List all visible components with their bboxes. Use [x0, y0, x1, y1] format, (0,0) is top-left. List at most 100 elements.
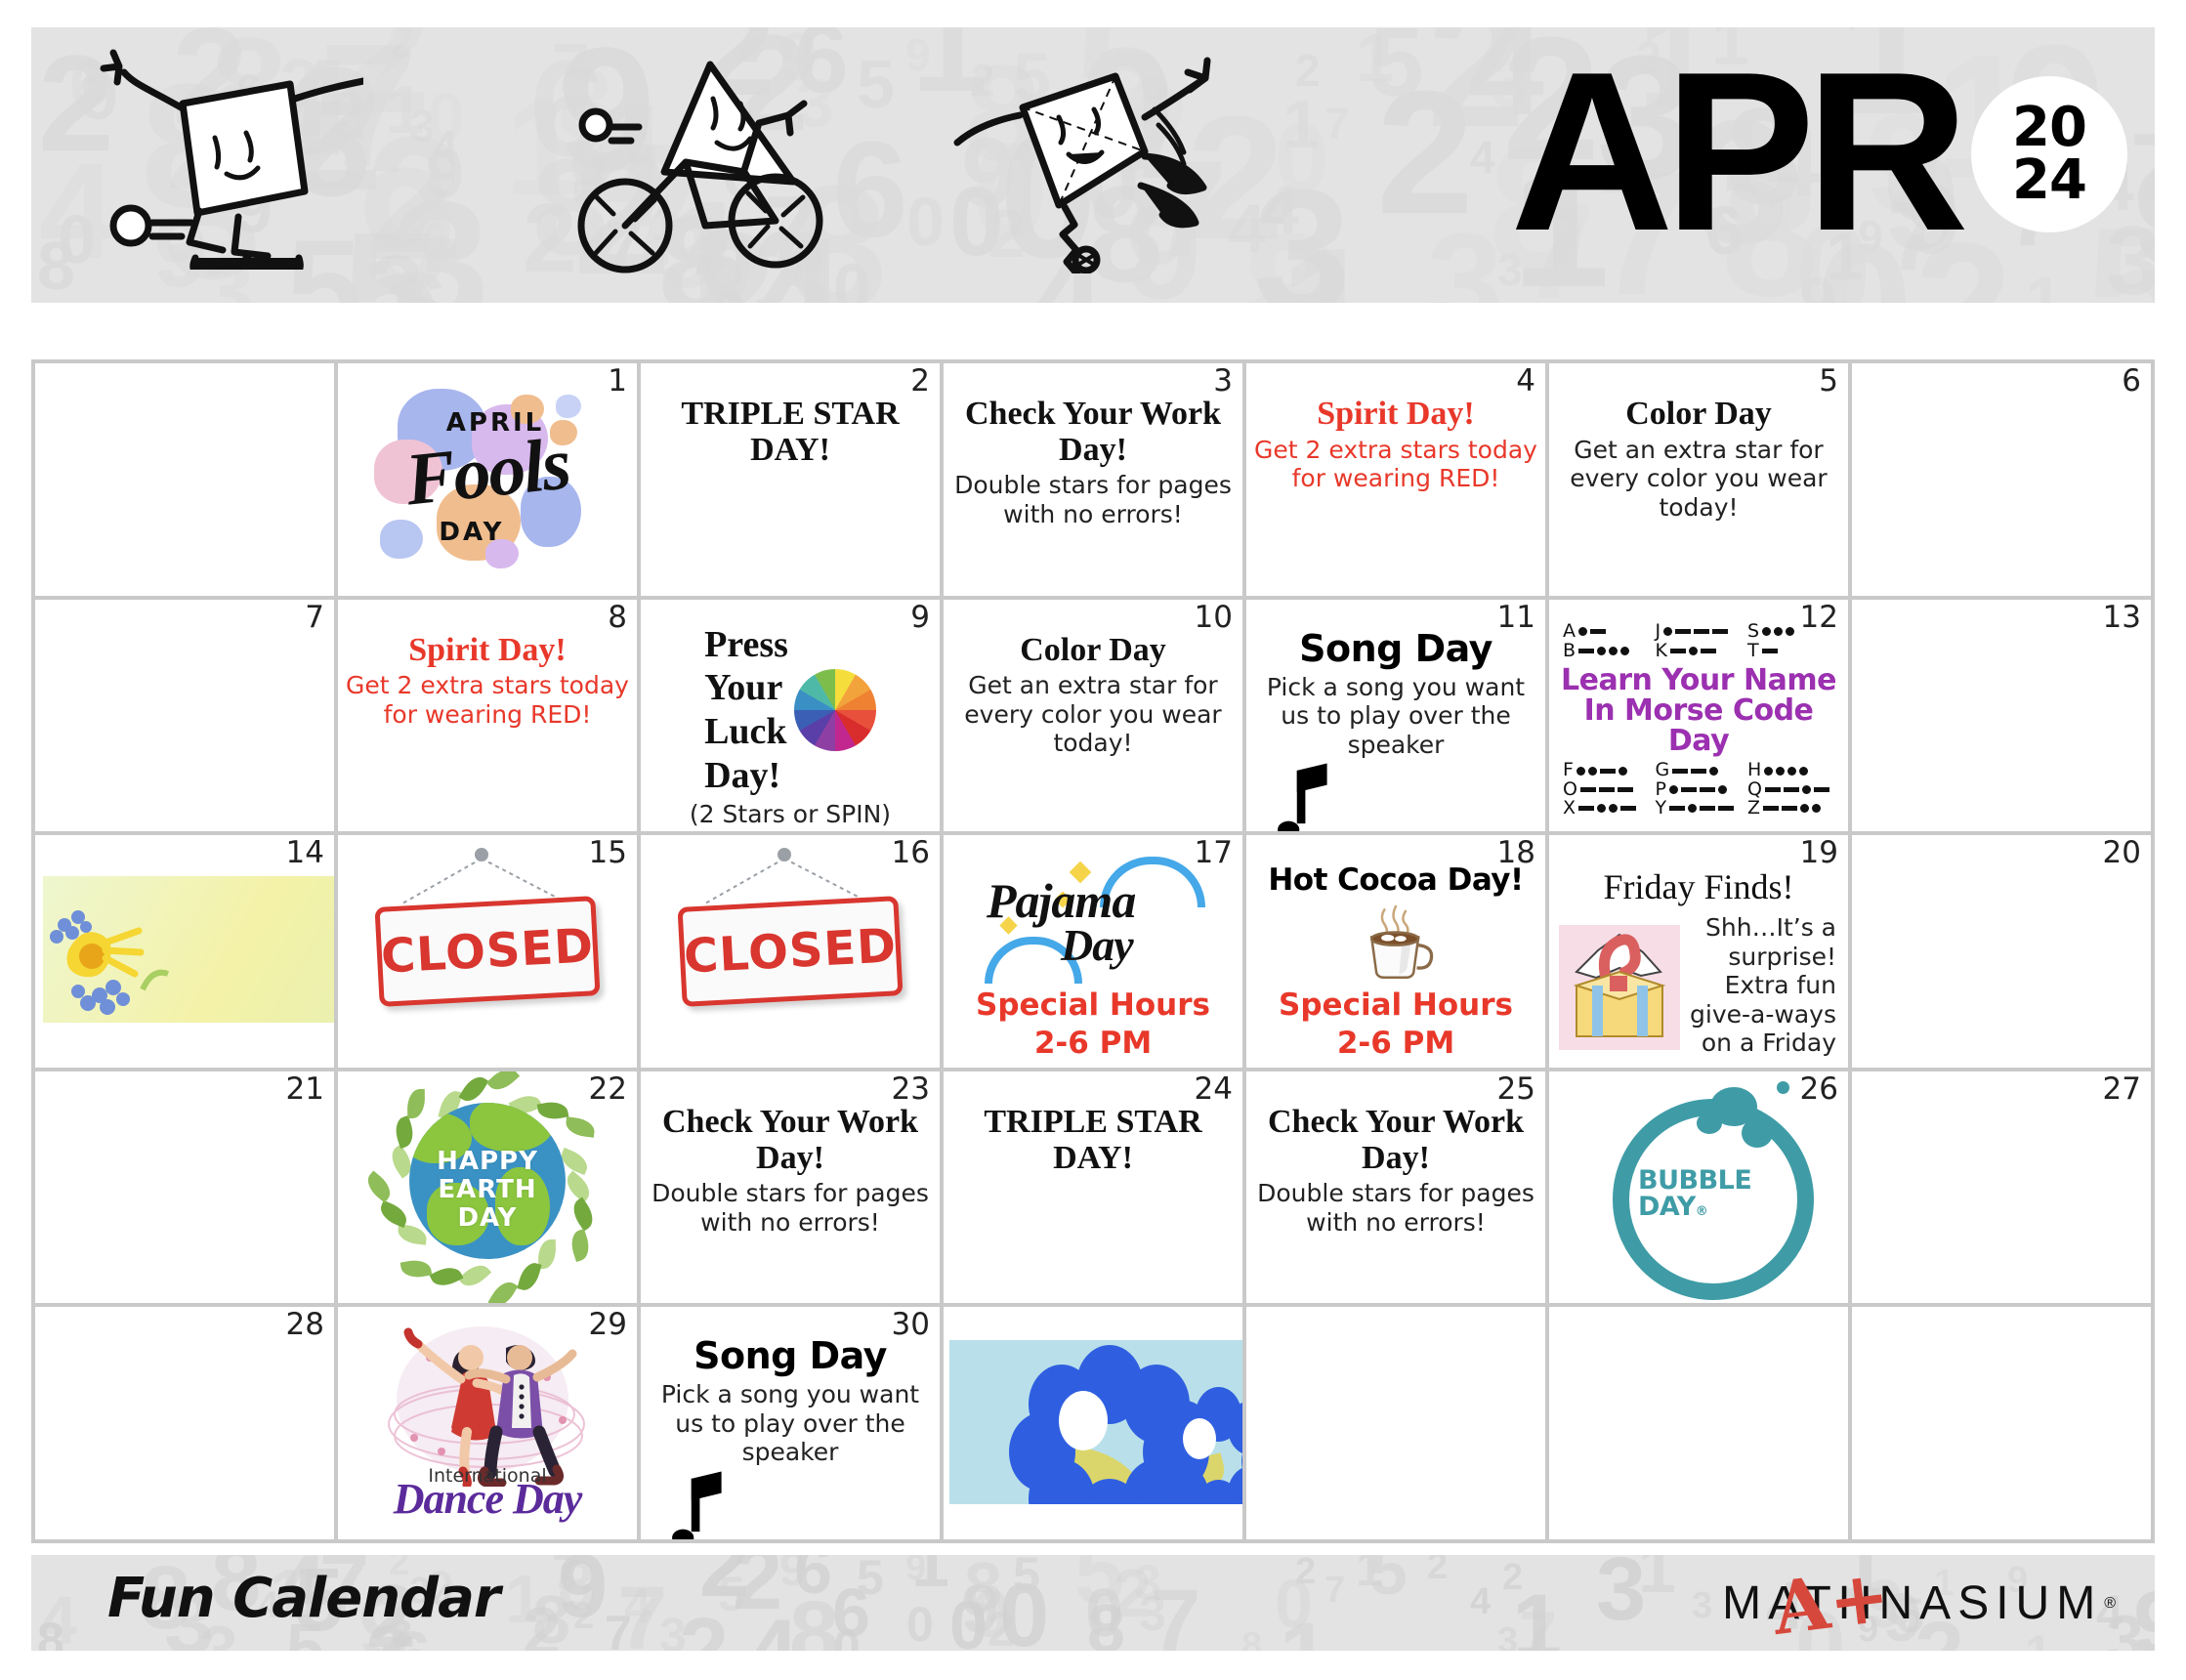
- bubble-icon: [1777, 1080, 1789, 1094]
- day-number: 15: [588, 835, 627, 871]
- calendar-page: 4522146238709879530911204311460654894389…: [0, 0, 2186, 1680]
- spring-is-here-banner: SPRING Is Here!: [949, 1340, 1242, 1505]
- music-note-icon: [672, 1471, 722, 1539]
- day-cell-8[interactable]: 8 Spirit Day! Get 2 extra stars today for …: [338, 599, 637, 832]
- day-number: 25: [1496, 1071, 1535, 1107]
- day-subtitle: Double stars for pages with no errors!: [954, 471, 1232, 528]
- day-cell-16[interactable]: 16 CLOSED: [641, 835, 940, 1068]
- weekday-header-bar: Sunday Monday Tuesday Wednesday Thursday Frid…: [31, 303, 2156, 359]
- day-cell-29[interactable]: 29 International Dance Day: [338, 1307, 637, 1539]
- day-subtitle: Get 2 extra stars today for wearing RED!: [346, 671, 629, 729]
- day-cell-14[interactable]: 14 SpringBreak: [35, 835, 334, 1068]
- earth-day-label: HAPPY EARTH DAY: [437, 1146, 538, 1234]
- weekday-friday: Friday: [1547, 303, 1852, 359]
- day-title: Spirit Day!: [408, 631, 567, 668]
- day-cell-9[interactable]: 9 Press Your Luck Day! (2 Stars or SPIN): [641, 599, 940, 832]
- day-title: TRIPLE STAR DAY!: [681, 396, 900, 468]
- day-title: Check Your Work Day!: [965, 396, 1221, 468]
- day-cell-empty-33[interactable]: [1549, 1307, 1848, 1539]
- day-cell-empty-34[interactable]: [1852, 1307, 2151, 1539]
- day-number: 6: [2122, 363, 2141, 399]
- april-fools-bottom-label: DAY: [439, 518, 505, 547]
- press-your-luck-art: Press Your Luck Day!: [704, 623, 876, 798]
- day-subtitle: Get 2 extra stars today for wearing RED!: [1254, 435, 1537, 493]
- day-cell-5[interactable]: 5 Color Day Get an extra star for every co…: [1549, 363, 1848, 596]
- weekday-sunday: Sunday: [31, 303, 335, 359]
- dancing-couple-icon: [388, 1327, 585, 1488]
- hot-cocoa-mug-icon: [1369, 904, 1434, 980]
- square-on-rollerblades-icon: [100, 49, 363, 270]
- day-number: 30: [891, 1307, 930, 1343]
- day-number: 16: [891, 835, 930, 871]
- year-top: 20: [2012, 96, 2087, 160]
- day-title: Spirit Day!: [1317, 396, 1475, 432]
- day-cell-12[interactable]: 12 A J S B K T Learn Your Name In Morse Code Day…: [1549, 599, 1848, 832]
- day-subtitle: Get an extra star for every color you we…: [964, 671, 1222, 758]
- mystery-gift-icon: [1559, 925, 1680, 1051]
- day-number: 18: [1496, 835, 1535, 871]
- gift-box-image: [1559, 925, 1680, 1051]
- day-cell-6[interactable]: 6: [1852, 363, 2151, 596]
- day-title: TRIPLE STAR DAY!: [984, 1103, 1202, 1176]
- month-title: APR: [1510, 27, 1969, 278]
- day-number: 1: [608, 363, 627, 399]
- closed-sign: CLOSED: [677, 896, 904, 1007]
- day-cell-30[interactable]: 30 Song Day Pick a song you want us to pl…: [641, 1307, 940, 1539]
- day-cell-11[interactable]: 11 Song Day Pick a song you want us to pl…: [1246, 599, 1545, 832]
- day-title: Check Your Work Day!: [1268, 1103, 1524, 1176]
- morse-code-chart: A J S B K T Learn Your Name In Morse Code Day F G…: [1557, 606, 1840, 826]
- day-number: 5: [1819, 363, 1838, 399]
- day-subtitle: Pick a song you want us to play over the…: [660, 1380, 920, 1467]
- day-cell-10[interactable]: 10 Color Day Get an extra star for every c…: [944, 599, 1242, 832]
- day-cell-2[interactable]: 2 TRIPLE STAR DAY!: [641, 363, 940, 596]
- day-cell-7[interactable]: 7: [35, 599, 334, 832]
- day-cell-18[interactable]: 18 Hot Cocoa Day! Special Hours 2-6 PM: [1246, 835, 1545, 1068]
- day-cell-1[interactable]: 1 APRIL Fools DAY: [338, 363, 637, 596]
- day-cell-17[interactable]: 17 Pajama Day Special Hours 2-6 PM: [944, 835, 1242, 1068]
- day-number: 14: [285, 835, 324, 871]
- bubble-icon: [1697, 1112, 1722, 1134]
- special-hours-label: Special Hours: [1279, 987, 1513, 1023]
- press-your-luck-title: Press Your Luck Day!: [704, 623, 788, 797]
- day-cell-4[interactable]: 4 Spirit Day! Get 2 extra stars today for …: [1246, 363, 1545, 596]
- day-number: 21: [285, 1071, 324, 1107]
- morse-day-title: Learn Your Name In Morse Code Day: [1561, 662, 1836, 759]
- day-number: 9: [910, 599, 930, 635]
- day-number: 4: [1516, 363, 1535, 399]
- day-cell-19[interactable]: 19 Friday Finds! Shh…It’s a surprise! Ex…: [1549, 835, 1848, 1068]
- bubble-day-label: BUBBLE DAY®: [1638, 1164, 1752, 1223]
- day-cell-27[interactable]: 27: [1852, 1071, 2151, 1304]
- special-hours-time: 2-6 PM: [1336, 1026, 1455, 1062]
- day-cell-15[interactable]: 15 CLOSED: [338, 835, 637, 1068]
- day-cell-23[interactable]: 23 Check Your Work Day! Double stars for p…: [641, 1071, 940, 1304]
- day-cell-24[interactable]: 24 TRIPLE STAR DAY!: [944, 1071, 1242, 1304]
- closed-sign-wrap: CLOSED: [346, 841, 629, 1062]
- day-number: 7: [305, 599, 324, 635]
- daffodil-flowers-icon: [50, 910, 170, 1016]
- day-subtitle: Get an extra star for every color you we…: [1570, 435, 1828, 522]
- day-title: Friday Finds!: [1603, 867, 1794, 907]
- day-number: 2: [910, 363, 930, 399]
- dance-day-art: International Dance Day: [375, 1321, 600, 1524]
- day-cell-3[interactable]: 3 Check Your Work Day! Double stars for pa…: [944, 363, 1242, 596]
- day-cell-28[interactable]: 28: [35, 1307, 334, 1539]
- day-cell-22[interactable]: 22 HAPPY EARTH DAY: [338, 1071, 637, 1304]
- registered-mark: ®: [2104, 1594, 2116, 1612]
- day-cell-empty-32[interactable]: [1246, 1307, 1545, 1539]
- special-hours-label: Special Hours: [976, 987, 1210, 1023]
- day-cell-13[interactable]: 13: [1852, 599, 2151, 832]
- day-cell-25[interactable]: 25 Check Your Work Day! Double stars for p…: [1246, 1071, 1545, 1304]
- day-cell-empty-0[interactable]: [35, 363, 334, 596]
- day-number: 20: [2102, 835, 2141, 871]
- day-subtitle: Shh…It’s a surprise! Extra fun give-a-wa…: [1690, 913, 1836, 1058]
- day-number: 10: [1194, 599, 1233, 635]
- day-title: Check Your Work Day!: [662, 1103, 918, 1176]
- calendar-header: 4522146238709879530911204311460654894389…: [31, 27, 2155, 303]
- day-cell-21[interactable]: 21: [35, 1071, 334, 1304]
- footer-title: Fun Calendar: [107, 1567, 501, 1630]
- closed-sign: CLOSED: [374, 896, 601, 1007]
- day-title: Hot Cocoa Day!: [1268, 862, 1524, 899]
- day-cell-26[interactable]: 26 BUBBLE DAY®: [1549, 1071, 1848, 1304]
- day-cell-20[interactable]: 20: [1852, 835, 2151, 1068]
- day-cell-empty-31[interactable]: SPRING Is Here!: [944, 1307, 1242, 1539]
